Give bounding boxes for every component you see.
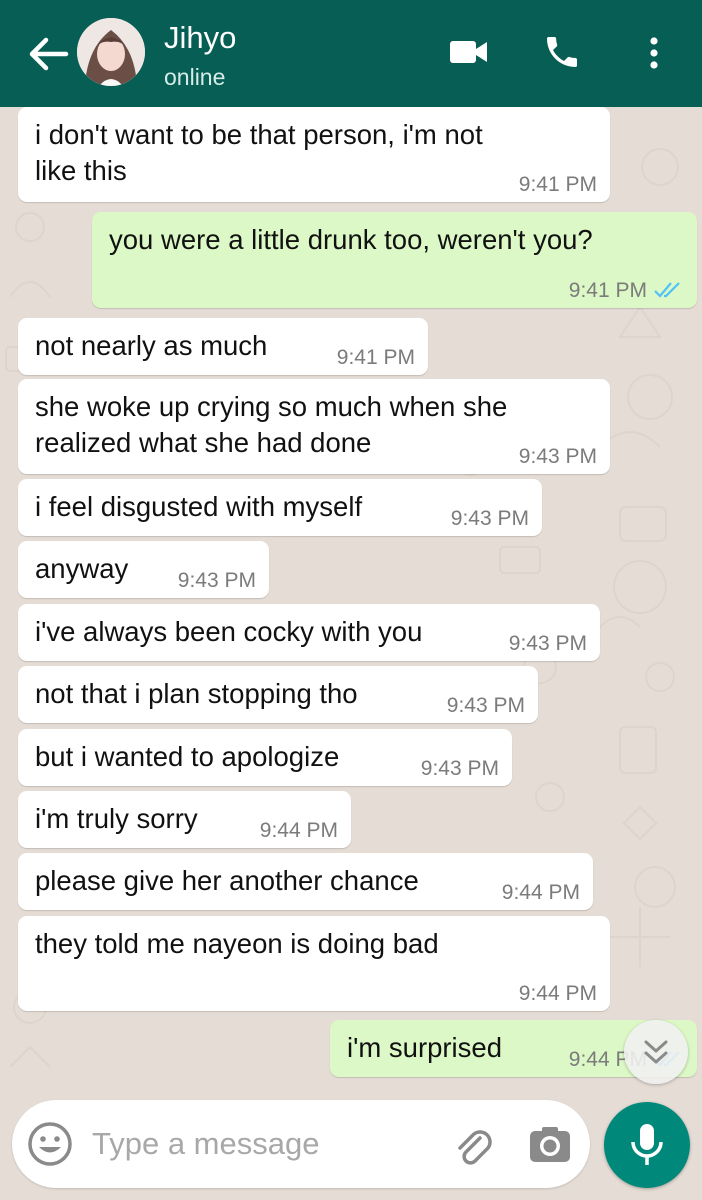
message-list[interactable]: i don't want to be that person, i'm not …: [0, 107, 702, 1092]
message-timestamp: 9:43 PM: [446, 694, 525, 717]
message-text: she woke up crying so much when she real…: [35, 391, 508, 458]
incoming-message[interactable]: they told me nayeon is doing bad 9:44 PM: [18, 916, 610, 1011]
message-input[interactable]: [92, 1122, 432, 1166]
message-timestamp: 9:43 PM: [177, 569, 256, 592]
incoming-message[interactable]: please give her another chance 9:44 PM: [18, 853, 593, 910]
message-timestamp: 9:41 PM: [336, 346, 415, 369]
message-timestamp: 9:43 PM: [420, 757, 499, 780]
incoming-message[interactable]: anyway 9:43 PM: [18, 541, 269, 598]
video-call-icon[interactable]: [449, 38, 489, 66]
message-timestamp: 9:43 PM: [450, 507, 529, 530]
incoming-message[interactable]: not that i plan stopping tho 9:43 PM: [18, 666, 538, 723]
incoming-message[interactable]: but i wanted to apologize 9:43 PM: [18, 729, 512, 786]
contact-status: online: [164, 64, 226, 90]
avatar[interactable]: [77, 18, 145, 86]
incoming-message[interactable]: i'm truly sorry 9:44 PM: [18, 791, 351, 848]
incoming-message[interactable]: i've always been cocky with you 9:43 PM: [18, 604, 600, 661]
camera-icon[interactable]: [527, 1122, 573, 1168]
scroll-to-bottom-button[interactable]: [624, 1020, 688, 1084]
composer: [12, 1100, 590, 1188]
paperclip-icon[interactable]: [450, 1122, 496, 1168]
more-vert-icon[interactable]: [646, 36, 662, 72]
double-chevron-down-icon: [644, 1040, 668, 1064]
message-text: i've always been cocky with you: [35, 616, 423, 647]
arrow-left-icon[interactable]: [26, 34, 70, 74]
mic-icon: [631, 1124, 663, 1165]
incoming-message[interactable]: i feel disgusted with myself 9:43 PM: [18, 479, 542, 536]
message-timestamp: 9:41 PM: [568, 279, 647, 302]
message-timestamp: 9:43 PM: [508, 632, 587, 655]
message-text: i don't want to be that person, i'm not …: [35, 119, 483, 186]
phone-icon[interactable]: [542, 32, 582, 72]
message-timestamp: 9:41 PM: [518, 173, 597, 196]
incoming-message[interactable]: she woke up crying so much when she real…: [18, 379, 610, 474]
message-timestamp: 9:44 PM: [501, 881, 580, 904]
voice-message-button[interactable]: [604, 1102, 690, 1188]
outgoing-message[interactable]: you were a little drunk too, weren't you…: [92, 212, 697, 308]
read-ticks-icon: [654, 282, 680, 298]
emoji-icon[interactable]: [26, 1120, 74, 1168]
message-text: you were a little drunk too, weren't you…: [109, 224, 593, 255]
message-timestamp: 9:43 PM: [518, 445, 597, 468]
incoming-message[interactable]: i don't want to be that person, i'm not …: [18, 107, 610, 202]
message-timestamp: 9:44 PM: [259, 819, 338, 842]
chat-header: Jihyo online: [0, 0, 702, 107]
incoming-message[interactable]: not nearly as much 9:41 PM: [18, 318, 428, 375]
message-text: they told me nayeon is doing bad: [35, 928, 439, 959]
contact-name[interactable]: Jihyo: [164, 20, 236, 56]
message-timestamp: 9:44 PM: [518, 982, 597, 1005]
message-text: please give her another chance: [35, 865, 419, 896]
